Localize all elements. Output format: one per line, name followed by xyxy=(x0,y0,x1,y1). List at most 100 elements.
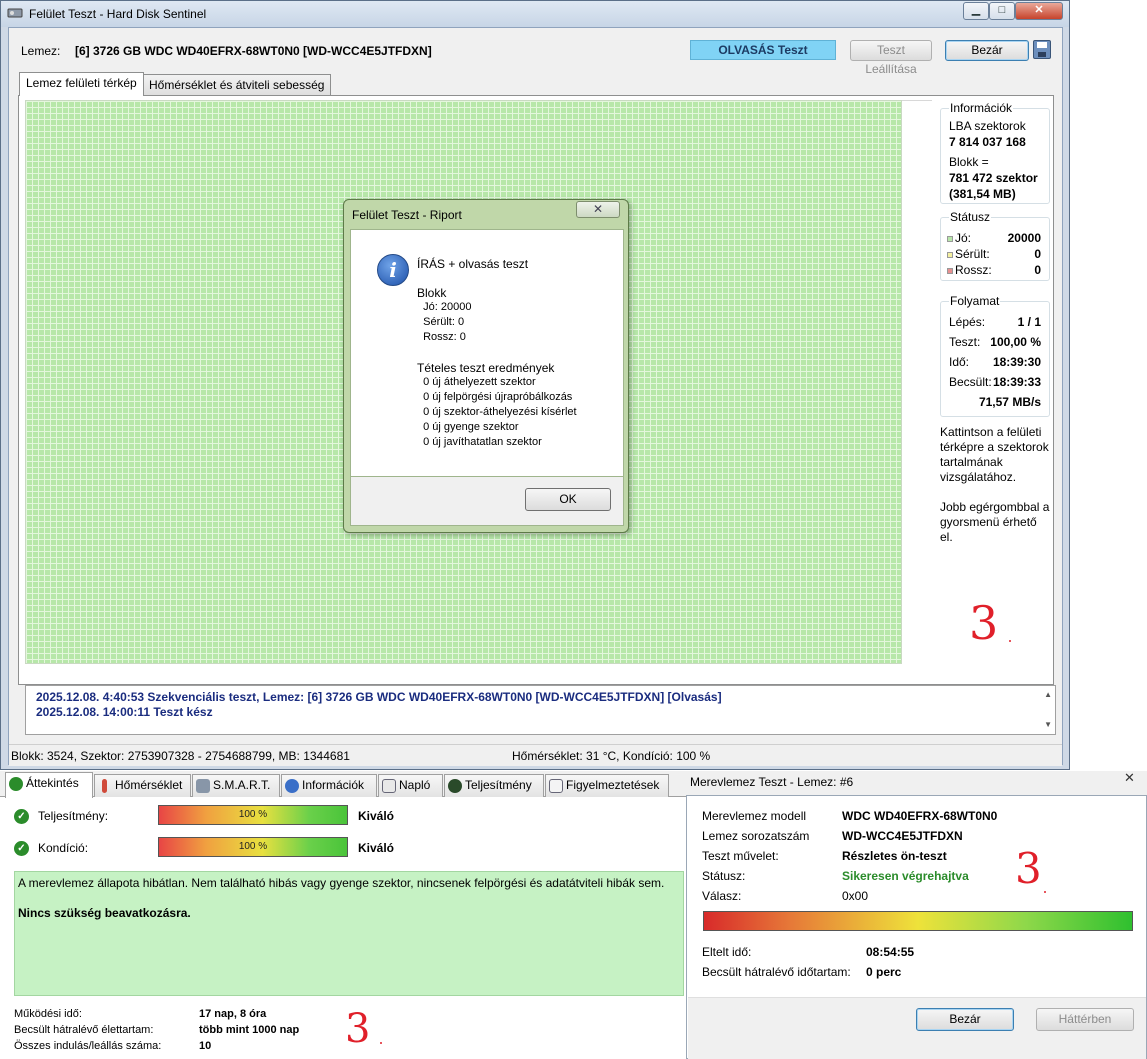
close-icon[interactable]: ✕ xyxy=(576,201,620,218)
good-label: Jó: xyxy=(955,231,972,245)
tab-label: Áttekintés xyxy=(26,776,79,790)
report-bad: Rossz: 0 xyxy=(417,331,466,343)
estimate-value: 18:39:33 xyxy=(992,375,1041,389)
status-label: Státusz: xyxy=(702,869,746,883)
tab-temperature-speed[interactable]: Hőmérséklet és átviteli sebesség xyxy=(142,74,332,96)
maximize-button[interactable]: □ xyxy=(989,2,1015,20)
disk-header: Lemez: [6] 3726 GB WDC WD40EFRX-68WT0N0 … xyxy=(9,28,1062,76)
report-result: 0 új javíthatatlan szektor xyxy=(417,436,542,448)
damaged-value: 0 xyxy=(1034,247,1041,261)
remaining-value: 0 perc xyxy=(866,965,902,979)
performance-bar: 100 % xyxy=(158,805,348,825)
handwritten-mark: 3 xyxy=(345,1006,371,1052)
app-icon xyxy=(7,8,23,18)
elapsed-label: Eltelt idő: xyxy=(702,945,752,959)
help-line: vizsgálatához. xyxy=(940,470,1017,484)
close-button[interactable]: Bezár xyxy=(945,40,1029,61)
close-window-button[interactable]: ✕ xyxy=(1015,2,1063,20)
bad-label: Rossz: xyxy=(955,263,992,277)
help-line: tartalmának xyxy=(940,455,1003,469)
close-button[interactable]: Bezár xyxy=(916,1008,1014,1031)
starts-value: 10 xyxy=(199,1040,212,1052)
speed-value: 71,57 MB/s xyxy=(978,395,1041,409)
condition-ok-icon: ✓ xyxy=(14,840,29,856)
tab-surface-map[interactable]: Lemez felületi térkép xyxy=(19,72,144,96)
scroll-down-icon[interactable]: ▼ xyxy=(1044,720,1052,729)
stop-test-button[interactable]: Teszt Leállítása xyxy=(850,40,932,76)
tab-smart[interactable]: S.M.A.R.T. xyxy=(192,774,280,797)
report-result: 0 új szektor-áthelyezési kísérlet xyxy=(417,406,577,418)
help-line: el. xyxy=(940,530,953,544)
save-icon[interactable] xyxy=(1033,40,1051,59)
serial-value: WD-WCC4E5JTFDXN xyxy=(842,829,963,843)
test-title: Merevlemez Teszt - Lemez: #6 xyxy=(690,775,854,789)
bad-row: Rossz: xyxy=(947,263,992,277)
remaining-label: Becsült hátralévő időtartam: xyxy=(702,965,851,979)
help-line: térképre a szektorok xyxy=(940,440,1049,454)
lifetime-value: több mint 1000 nap xyxy=(199,1024,300,1036)
report-body: i ÍRÁS + olvasás teszt Blokk Jó: 20000 S… xyxy=(350,229,624,477)
tab-temperature[interactable]: Hőmérséklet xyxy=(94,774,191,797)
reply-value: 0x00 xyxy=(842,889,869,903)
reply-label: Válasz: xyxy=(702,889,742,903)
tab-alerts[interactable]: Figyelmeztetések xyxy=(545,774,669,797)
report-footer: OK xyxy=(350,477,624,526)
close-icon[interactable]: ✕ xyxy=(1124,770,1135,786)
test-title-bar[interactable]: Merevlemez Teszt - Lemez: #6 ✕ xyxy=(686,770,1147,795)
progress-group: Folyamat Lépés: 1 / 1 Teszt: 100,00 % Id… xyxy=(940,294,1050,417)
damaged-row: Sérült: xyxy=(947,247,990,261)
help-line: Kattintson a felületi xyxy=(940,425,1042,439)
tab-overview[interactable]: Áttekintés xyxy=(5,772,93,798)
tab-label: Napló xyxy=(399,778,431,792)
lba-label: LBA szektorok xyxy=(949,119,1026,133)
mark-dot xyxy=(1009,640,1011,642)
lba-value: 7 814 037 168 xyxy=(949,135,1026,149)
test-label: Teszt: xyxy=(949,335,981,349)
scroll-up-icon[interactable]: ▲ xyxy=(1044,690,1052,699)
disk-label: Lemez: xyxy=(21,44,61,58)
bad-value: 0 xyxy=(1034,263,1041,277)
background-button[interactable]: Háttérben xyxy=(1036,1008,1134,1031)
tab-performance[interactable]: Teljesítmény xyxy=(444,774,544,797)
help-line: Jobb egérgombbal a xyxy=(940,500,1050,514)
damaged-label: Sérült: xyxy=(955,247,990,261)
gauge-icon xyxy=(448,779,462,793)
condition-rating: Kiváló xyxy=(358,841,395,855)
model-label: Merevlemez modell xyxy=(702,809,807,823)
performance-label: Teljesítmény: xyxy=(38,809,109,823)
condition-label: Kondíció: xyxy=(38,841,89,855)
tab-information[interactable]: Információk xyxy=(281,774,377,797)
minimize-button[interactable]: ▁ xyxy=(963,2,989,20)
log-line: 2025.12.08. 4:40:53 Szekvenciális teszt,… xyxy=(36,690,722,704)
tab-label: Teljesítmény xyxy=(465,778,532,792)
handwritten-mark: 3 xyxy=(969,596,999,650)
elapsed-value: 08:54:55 xyxy=(866,945,915,959)
info-icon: i xyxy=(377,254,409,286)
tab-label: Figyelmeztetések xyxy=(566,778,660,792)
good-swatch xyxy=(947,235,953,242)
report-result: 0 új gyenge szektor xyxy=(417,421,519,433)
status-value: Sikeresen végrehajtva xyxy=(842,869,969,883)
time-value: 18:39:30 xyxy=(992,355,1041,369)
report-result: 0 új áthelyezett szektor xyxy=(417,376,536,388)
test-mode-badge: OLVASÁS Teszt xyxy=(690,40,836,60)
window-title: Felület Teszt - Hard Disk Sentinel xyxy=(29,7,207,21)
grid-divider xyxy=(902,100,932,101)
block-size: (381,54 MB) xyxy=(949,187,1016,201)
performance-ok-icon: ✓ xyxy=(14,808,29,824)
log-line: 2025.12.08. 14:00:11 Teszt kész xyxy=(36,705,213,719)
report-heading: ÍRÁS + olvasás teszt xyxy=(417,257,529,271)
uptime-value: 17 nap, 8 óra xyxy=(199,1008,267,1020)
action-message: Nincs szükség beavatkozásra. xyxy=(18,906,191,920)
performance-bar-value: 100 % xyxy=(238,809,268,820)
progress-group-title: Folyamat xyxy=(949,294,1001,308)
ok-button[interactable]: OK xyxy=(525,488,611,511)
title-bar[interactable]: Felület Teszt - Hard Disk Sentinel ▁ □ ✕ xyxy=(1,1,1069,27)
log-box[interactable]: 2025.12.08. 4:40:53 Szekvenciális teszt,… xyxy=(25,685,1056,735)
tab-log[interactable]: Napló xyxy=(378,774,443,797)
lifetime-label: Becsült hátralévő élettartam: xyxy=(14,1024,154,1036)
status-group: Státusz Jó: 20000 Sérült: 0 Rossz: 0 xyxy=(940,210,1050,281)
performance-rating: Kiváló xyxy=(358,809,395,823)
disk-icon xyxy=(196,779,210,793)
status-bar: Blokk: 3524, Szektor: 2753907328 - 27546… xyxy=(9,744,1062,766)
